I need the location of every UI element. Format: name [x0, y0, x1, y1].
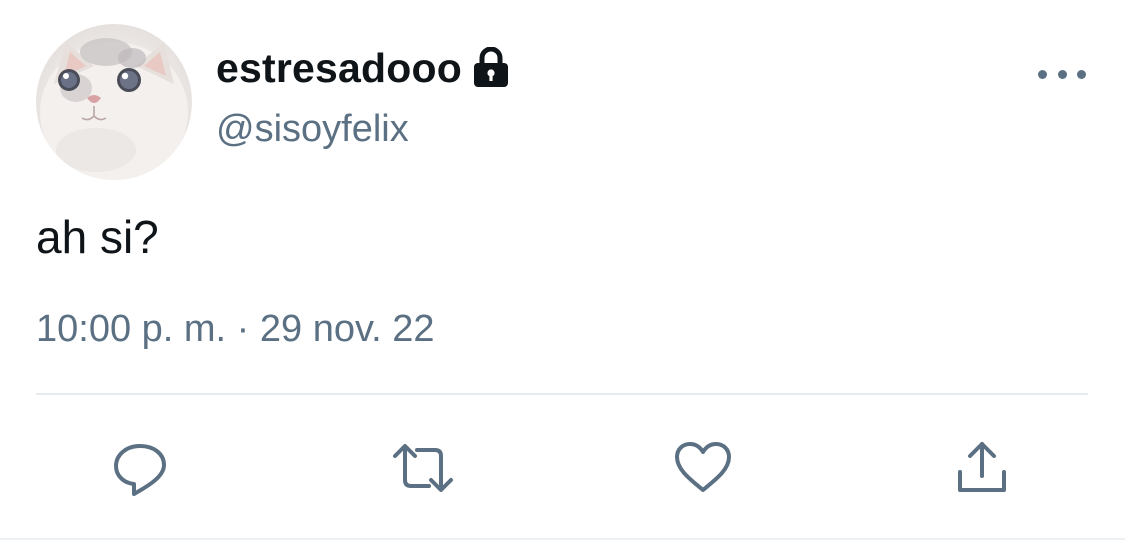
- reply-icon: [114, 444, 166, 496]
- share-button[interactable]: [950, 436, 1014, 500]
- more-dot: [1057, 69, 1067, 79]
- like-button[interactable]: [671, 436, 735, 500]
- lock-icon: [472, 46, 510, 89]
- avatar[interactable]: [36, 24, 192, 180]
- cat-avatar-image: [40, 38, 188, 180]
- share-icon: [958, 442, 1006, 492]
- tweet-timestamp[interactable]: 10:00 p. m. · 29 nov. 22: [36, 308, 435, 351]
- reply-button[interactable]: [108, 436, 172, 500]
- more-options-icon[interactable]: [1038, 60, 1086, 88]
- heart-icon: [675, 442, 731, 492]
- user-handle[interactable]: @sisoyfelix: [216, 108, 409, 151]
- display-name-row: estresadooo: [216, 40, 510, 96]
- divider: [36, 393, 1088, 395]
- display-name[interactable]: estresadooo: [216, 45, 462, 92]
- bottom-divider: [0, 538, 1125, 540]
- tweet-card: estresadooo @sisoyfelix ah si? 10:00 p. …: [0, 0, 1125, 558]
- more-dot: [1077, 69, 1086, 79]
- tweet-text: ah si?: [36, 211, 159, 263]
- retweet-button[interactable]: [391, 436, 455, 500]
- more-dot: [1038, 69, 1047, 79]
- retweet-icon: [393, 444, 453, 492]
